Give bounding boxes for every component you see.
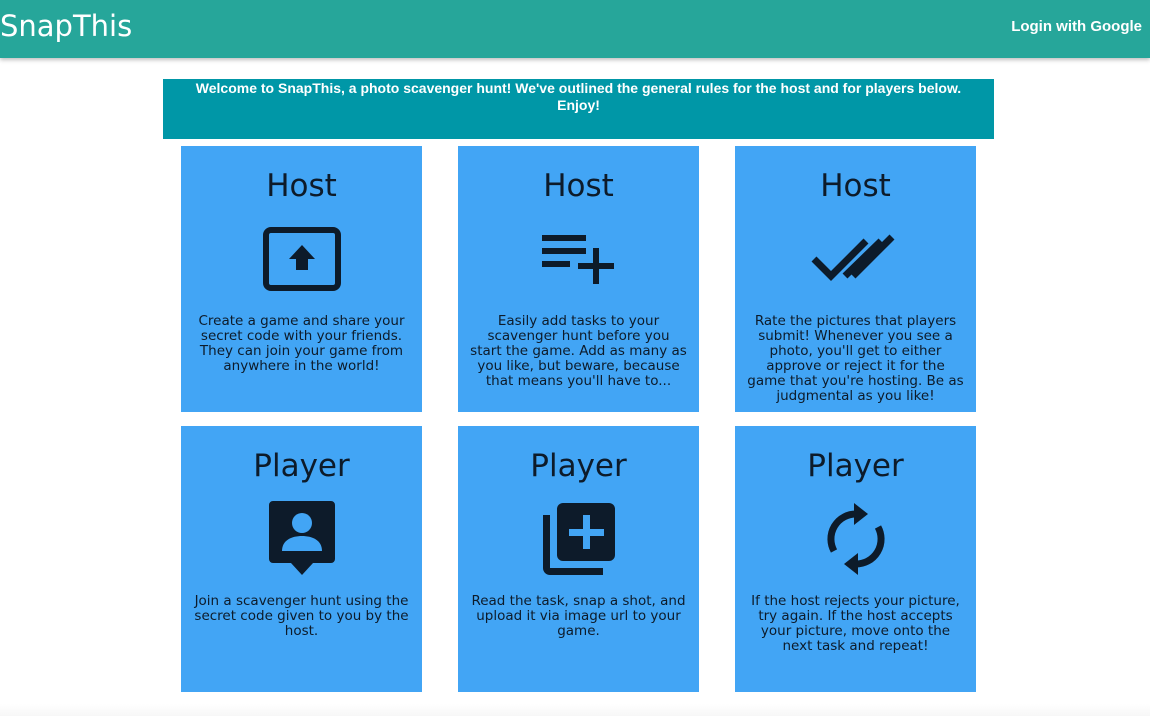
card-title: Player	[530, 448, 627, 484]
host-card-add-tasks: Host Easily add tasks to your scavenger …	[458, 146, 699, 412]
player-card-join-hunt: Player Join a scavenger hunt using the s…	[181, 426, 422, 692]
card-description: If the host rejects your picture, try ag…	[751, 593, 960, 654]
host-card-rate-pictures: Host Rate the pictures that players subm…	[735, 146, 976, 412]
welcome-banner: Welcome to SnapThis, a photo scavenger h…	[163, 79, 994, 139]
double-check-icon	[735, 224, 976, 294]
card-title: Player	[253, 448, 350, 484]
card-title: Player	[807, 448, 904, 484]
top-navbar: SnapThis Login with Google	[0, 0, 1150, 58]
sync-icon	[735, 503, 976, 575]
card-title: Host	[820, 168, 891, 204]
welcome-banner-text: Welcome to SnapThis, a photo scavenger h…	[195, 80, 962, 113]
card-title: Host	[266, 168, 337, 204]
page-bottom-edge	[0, 704, 1150, 716]
card-description: Read the task, snap a shot, and upload i…	[471, 593, 686, 639]
player-card-retry: Player If the host rejects your picture,…	[735, 426, 976, 692]
login-with-google-link[interactable]: Login with Google	[1011, 17, 1142, 37]
card-description: Easily add tasks to your scavenger hunt …	[470, 313, 687, 389]
player-card-snap-shot: Player Read the task, snap a shot, and u…	[458, 426, 699, 692]
card-description: Join a scavenger hunt using the secret c…	[194, 593, 409, 639]
brand-logo[interactable]: SnapThis	[0, 6, 132, 46]
card-description: Rate the pictures that players submit! W…	[747, 313, 964, 404]
person-pin-icon	[181, 501, 422, 575]
card-title: Host	[543, 168, 614, 204]
upload-screen-icon	[181, 224, 422, 294]
host-card-create-game: Host Create a game and share your secret…	[181, 146, 422, 412]
playlist-add-icon	[458, 224, 699, 294]
card-description: Create a game and share your secret code…	[198, 313, 405, 374]
library-add-icon	[458, 503, 699, 575]
